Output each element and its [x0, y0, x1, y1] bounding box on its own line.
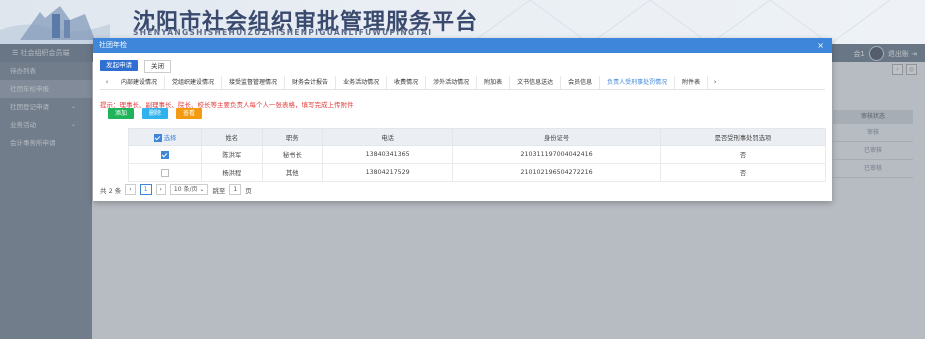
- page-size-select[interactable]: 10 条/页 ⌄: [169, 184, 209, 195]
- page-number[interactable]: 1: [139, 184, 152, 195]
- cell-name: 陈洪军: [201, 145, 263, 164]
- tab-document-delivery[interactable]: 文书信息送达: [510, 75, 562, 89]
- tab-appendix[interactable]: 附加表: [477, 75, 511, 89]
- col-position: 职务: [261, 128, 324, 146]
- table-row[interactable]: 杨洪程 其他 13804217529 210102196504272216 否: [128, 163, 827, 182]
- tab-prev-icon[interactable]: ‹: [100, 78, 114, 86]
- row-checkbox[interactable]: [161, 168, 169, 177]
- goto-page-input[interactable]: 1: [229, 184, 242, 195]
- delete-button[interactable]: 删除: [142, 108, 169, 119]
- tab-criminal-penalty[interactable]: 负责人受刑事处罚情况: [600, 75, 676, 89]
- tab-business-activities[interactable]: 业务活动情况: [336, 75, 388, 89]
- select-all-checkbox[interactable]: [153, 133, 162, 142]
- col-id-number: 身份证号: [452, 128, 661, 146]
- tab-financial-report[interactable]: 财务会计报告: [285, 75, 337, 89]
- table-row[interactable]: 陈洪军 秘书长 13840341365 210311197004042416 否: [128, 145, 827, 164]
- cell-penalty: 否: [659, 145, 827, 164]
- select-all-header[interactable]: 选择: [128, 128, 202, 146]
- dialog-title: 社团年检: [99, 41, 127, 49]
- tab-internal-building[interactable]: 内部建设情况: [114, 75, 166, 89]
- tab-party-building[interactable]: 党组织建设情况: [165, 75, 223, 89]
- section-tabs: ‹ 内部建设情况 党组织建设情况 接受监督管理情况 财务会计报告 业务活动情况 …: [100, 75, 825, 90]
- total-count: 共 2 条: [100, 186, 122, 195]
- tab-fees[interactable]: 收费情况: [387, 75, 427, 89]
- cell-position: 秘书长: [261, 145, 324, 164]
- cell-id-number: 210102196504272216: [452, 163, 661, 182]
- add-button[interactable]: 添加: [108, 108, 135, 119]
- tab-foreign-activities[interactable]: 涉外活动情况: [426, 75, 478, 89]
- row-checkbox[interactable]: [161, 150, 169, 159]
- cell-phone: 13840341365: [322, 145, 454, 164]
- tab-supervision[interactable]: 接受监督管理情况: [222, 75, 286, 89]
- tab-attachments[interactable]: 附件表: [675, 75, 709, 89]
- dialog-header: 社团年检 ×: [93, 38, 832, 53]
- tab-next-icon[interactable]: ›: [708, 78, 722, 86]
- tab-member-info[interactable]: 会员信息: [561, 75, 601, 89]
- goto-label: 跳至: [212, 186, 226, 195]
- cell-penalty: 否: [659, 163, 827, 182]
- col-name: 姓名: [201, 128, 263, 146]
- annual-inspection-dialog: 社团年检 × 发起申请 关闭 ‹ 内部建设情况 党组织建设情况 接受监督管理情况…: [93, 38, 832, 201]
- submit-application-button[interactable]: 发起申请: [100, 60, 138, 71]
- cell-id-number: 210311197004042416: [452, 145, 661, 164]
- close-icon[interactable]: ×: [817, 38, 824, 53]
- cell-position: 其他: [261, 163, 324, 182]
- cell-name: 杨洪程: [201, 163, 263, 182]
- page-unit: 页: [245, 186, 252, 195]
- view-button[interactable]: 查看: [176, 108, 203, 119]
- close-button[interactable]: 关闭: [144, 60, 171, 73]
- pagination: 共 2 条 ‹ 1 › 10 条/页 ⌄ 跳至 1 页: [100, 184, 252, 195]
- col-phone: 电话: [322, 128, 454, 146]
- platform-pinyin: SHENYANGSHISHEHUIZUZHISHENPIGUANLIFUWUPI…: [133, 28, 433, 37]
- person-table: 选择 姓名 职务 电话 身份证号 是否受刑事处罚选项 陈洪军 秘书长 13840…: [128, 128, 827, 182]
- cell-phone: 13804217529: [322, 163, 454, 182]
- col-penalty: 是否受刑事处罚选项: [659, 128, 827, 146]
- prev-page-button[interactable]: ‹: [125, 184, 136, 195]
- next-page-button[interactable]: ›: [155, 184, 166, 195]
